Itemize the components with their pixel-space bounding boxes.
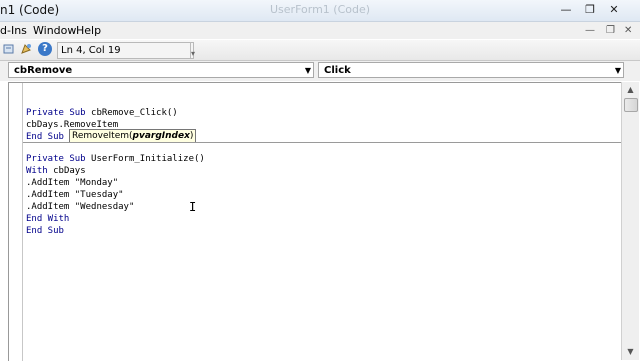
code-line[interactable]: Private Sub cbRemove_Click() <box>26 107 178 119</box>
code-editor[interactable]: Private Sub cbRemove_Click() cbDays.Remo… <box>8 82 621 361</box>
procedure-dropdown[interactable]: Click ▼ <box>318 62 624 78</box>
window-title: n1 (Code) <box>0 3 60 17</box>
code-line[interactable]: .AddItem "Tuesday" <box>26 189 124 201</box>
tooltip-close: ) <box>189 131 194 141</box>
object-dropdown-value: cbRemove <box>14 65 73 76</box>
restore-doc-button[interactable]: ❐ <box>606 25 615 36</box>
tooltip-param: pvargIndex <box>132 131 190 141</box>
title-bar: n1 (Code) UserForm1 (Code) — ❐ ✕ <box>0 0 640 22</box>
code-window-header: cbRemove ▼ Click ▼ <box>0 61 640 81</box>
keyword-private: Private Sub <box>26 154 86 164</box>
toolbar-button-icon[interactable] <box>2 42 16 56</box>
object-browser-icon[interactable] <box>19 42 33 56</box>
toolbar: ? Ln 4, Col 19 ▾ <box>0 40 640 61</box>
window-title-faded: UserForm1 (Code) <box>270 3 371 16</box>
minimize-window-button[interactable]: — <box>556 2 576 18</box>
code-line[interactable]: Private Sub UserForm_Initialize() <box>26 153 205 165</box>
restore-window-button[interactable]: ❐ <box>580 2 600 18</box>
scroll-thumb[interactable] <box>624 98 638 112</box>
chevron-down-icon[interactable]: ▼ <box>615 63 621 79</box>
object-dropdown[interactable]: cbRemove ▼ <box>8 62 314 78</box>
proc-name: UserForm_Initialize() <box>91 154 205 164</box>
code-line[interactable]: End Sub <box>26 225 64 237</box>
close-doc-button[interactable]: ✕ <box>624 25 632 36</box>
code-line[interactable]: With cbDays <box>26 165 86 177</box>
menu-bar: d-Ins Window Help — ❐ ✕ <box>0 22 640 39</box>
code-line[interactable]: End With <box>26 213 69 225</box>
code-line[interactable]: .AddItem "Wednesday" <box>26 201 134 213</box>
tooltip-method: RemoveItem( <box>72 131 133 141</box>
menu-add-ins[interactable]: d-Ins <box>0 24 27 37</box>
quick-info-tooltip: RemoveItem(pvargIndex) <box>69 129 197 143</box>
proc-name: cbRemove_Click() <box>91 108 178 118</box>
close-window-button[interactable]: ✕ <box>604 2 624 18</box>
toolbar-options-icon[interactable]: ▾ <box>190 42 197 58</box>
chevron-down-icon[interactable]: ▼ <box>305 63 311 79</box>
code-line[interactable]: .AddItem "Monday" <box>26 177 118 189</box>
scroll-down-icon[interactable]: ▼ <box>622 344 639 360</box>
scroll-up-icon[interactable]: ▲ <box>622 82 639 98</box>
procedure-separator <box>23 142 621 143</box>
vertical-scrollbar[interactable]: ▲ ▼ <box>621 82 639 360</box>
keyword-with: With <box>26 166 48 176</box>
toolbar-grip-arrow: ▾ <box>191 49 196 58</box>
keyword-private: Private Sub <box>26 108 86 118</box>
object-ref: cbDays <box>53 166 86 176</box>
margin-indicator-bar[interactable] <box>9 83 23 361</box>
help-icon[interactable]: ? <box>38 42 52 56</box>
minimize-doc-button[interactable]: — <box>585 25 595 36</box>
menu-help[interactable]: Help <box>76 24 101 37</box>
mouse-ibeam-cursor: I <box>189 200 197 214</box>
menu-window[interactable]: Window <box>33 24 76 37</box>
procedure-dropdown-value: Click <box>324 65 351 76</box>
cursor-position-status: Ln 4, Col 19 <box>57 42 194 59</box>
